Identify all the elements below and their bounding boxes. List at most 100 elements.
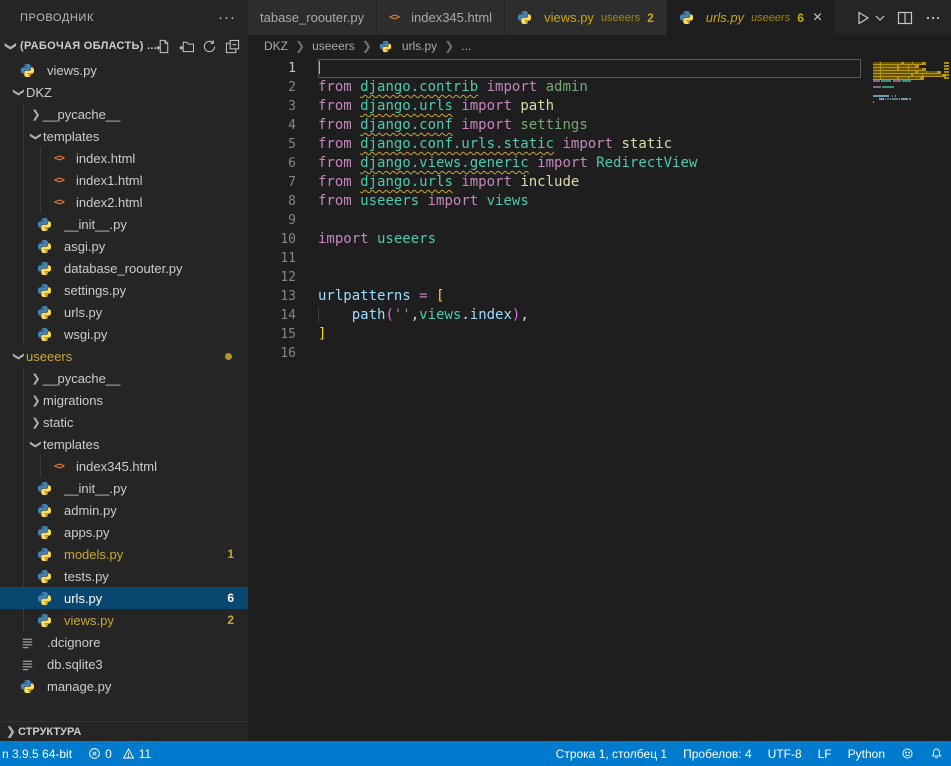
tree-folder-migrations[interactable]: ❯migrations: [0, 389, 248, 411]
tree-folder-templates[interactable]: ❯templates: [0, 125, 248, 147]
code-line-5[interactable]: 5from django.conf.urls.static import sta…: [248, 135, 951, 154]
line-number[interactable]: 12: [248, 268, 296, 287]
tab-label: index345.html: [411, 10, 492, 25]
indent-guide: [40, 191, 41, 213]
code-token: import: [461, 174, 512, 190]
code-line-14[interactable]: 14 path('',views.index),: [248, 306, 951, 325]
breadcrumb-item--[interactable]: ...: [461, 39, 471, 53]
workspace-section-header[interactable]: ❯ (РАБОЧАЯ ОБЛАСТЬ) ...: [0, 35, 248, 57]
code-line-10[interactable]: 10import useeers: [248, 230, 951, 249]
code-line-15[interactable]: 15]: [248, 325, 951, 344]
tree-folder-static[interactable]: ❯static: [0, 411, 248, 433]
split-editor-icon[interactable]: [897, 10, 913, 26]
minimap-token: [901, 98, 908, 100]
line-number[interactable]: 7: [248, 173, 296, 192]
tab-tabase-roouter-py[interactable]: tabase_roouter.py: [248, 0, 377, 35]
tab-index345-html[interactable]: <>index345.html: [377, 0, 505, 35]
status-feedback[interactable]: [893, 741, 922, 766]
code-line-3[interactable]: 3from django.urls import path: [248, 97, 951, 116]
code-line-1[interactable]: 1: [248, 59, 951, 78]
line-number[interactable]: 15: [248, 325, 296, 344]
tree-item-manage-py[interactable]: manage.py: [0, 675, 248, 697]
overview-ruler[interactable]: [941, 57, 951, 741]
line-number[interactable]: 9: [248, 211, 296, 230]
code-line-11[interactable]: 11: [248, 249, 951, 268]
close-icon[interactable]: ×: [813, 10, 822, 26]
tree-item-db-sqlite3[interactable]: db.sqlite3: [0, 653, 248, 675]
refresh-icon[interactable]: [202, 39, 217, 54]
status-problems[interactable]: 011: [80, 741, 159, 766]
tree-folder-templates[interactable]: ❯templates: [0, 433, 248, 455]
run-icon[interactable]: [855, 10, 871, 26]
status-cursor-position[interactable]: Строка 1, столбец 1: [554, 741, 675, 766]
tree-folder-useeers[interactable]: ❯useeers: [0, 345, 248, 367]
line-number[interactable]: 6: [248, 154, 296, 173]
line-number[interactable]: 5: [248, 135, 296, 154]
code-line-6[interactable]: 6from django.views.generic import Redire…: [248, 154, 951, 173]
line-number[interactable]: 14: [248, 306, 296, 325]
new-file-icon[interactable]: [156, 39, 171, 54]
tree-item-index2-html[interactable]: <>index2.html: [0, 191, 248, 213]
more-icon[interactable]: [925, 10, 941, 26]
code-editor[interactable]: 12from django.contrib import admin3from …: [248, 57, 951, 741]
code-token: static: [613, 136, 672, 152]
code-line-13[interactable]: 13urlpatterns = [: [248, 287, 951, 306]
collapse-all-icon[interactable]: [225, 39, 240, 54]
line-number[interactable]: 8: [248, 192, 296, 211]
tree-item-models-py[interactable]: models.py1: [0, 543, 248, 565]
status-indentation[interactable]: Пробелов: 4: [675, 741, 760, 766]
code-line-4[interactable]: 4from django.conf import settings: [248, 116, 951, 135]
line-number[interactable]: 13: [248, 287, 296, 306]
tree-item-settings-py[interactable]: settings.py: [0, 279, 248, 301]
status-interpreter[interactable]: n 3.9.5 64-bit: [0, 741, 80, 766]
line-number[interactable]: 4: [248, 116, 296, 135]
tree-item--init-py[interactable]: __init__.py: [0, 213, 248, 235]
code-line-16[interactable]: 16: [248, 344, 951, 363]
tree-item-wsgi-py[interactable]: wsgi.py: [0, 323, 248, 345]
new-folder-icon[interactable]: [179, 39, 194, 54]
tree-item-index-html[interactable]: <>index.html: [0, 147, 248, 169]
line-number[interactable]: 10: [248, 230, 296, 249]
tree-item-index345-html[interactable]: <>index345.html: [0, 455, 248, 477]
status-notifications[interactable]: [922, 741, 951, 766]
tree-folder-dkz[interactable]: ❯DKZ: [0, 81, 248, 103]
line-number[interactable]: 1: [248, 59, 296, 78]
tab-views-py[interactable]: views.pyuseeers2: [505, 0, 667, 35]
tree-item-views-py[interactable]: views.py: [0, 59, 248, 81]
tree-folder--pycache-[interactable]: ❯__pycache__: [0, 103, 248, 125]
tree-item-views-py[interactable]: views.py2: [0, 609, 248, 631]
breadcrumb-item-useeers[interactable]: useeers: [312, 39, 355, 53]
code-line-2[interactable]: 2from django.contrib import admin: [248, 78, 951, 97]
line-number[interactable]: 3: [248, 97, 296, 116]
explorer-more-actions-icon[interactable]: ···: [218, 13, 236, 23]
tree-folder--pycache-[interactable]: ❯__pycache__: [0, 367, 248, 389]
tree-item--dcignore[interactable]: .dcignore: [0, 631, 248, 653]
line-number[interactable]: 16: [248, 344, 296, 363]
breadcrumb-item-urls-py[interactable]: urls.py: [379, 39, 437, 53]
tree-item-admin-py[interactable]: admin.py: [0, 499, 248, 521]
code-line-7[interactable]: 7from django.urls import include: [248, 173, 951, 192]
tree-item-tests-py[interactable]: tests.py: [0, 565, 248, 587]
code-line-8[interactable]: 8from useeers import views: [248, 192, 951, 211]
tree-item-asgi-py[interactable]: asgi.py: [0, 235, 248, 257]
status-eol[interactable]: LF: [810, 741, 840, 766]
tree-item-urls-py[interactable]: urls.py: [0, 301, 248, 323]
tab-bar: tabase_roouter.py<>index345.htmlviews.py…: [248, 0, 951, 35]
line-number[interactable]: 11: [248, 249, 296, 268]
code-token: views: [478, 193, 529, 209]
line-number[interactable]: 2: [248, 78, 296, 97]
outline-section-header[interactable]: ❯ СТРУКТУРА: [0, 721, 248, 741]
chevron-down-icon[interactable]: [875, 13, 885, 23]
tree-item-index1-html[interactable]: <>index1.html: [0, 169, 248, 191]
minimap[interactable]: [873, 59, 940, 107]
status-encoding[interactable]: UTF-8: [760, 741, 810, 766]
status-language-mode[interactable]: Python: [840, 741, 893, 766]
tree-item-apps-py[interactable]: apps.py: [0, 521, 248, 543]
code-line-12[interactable]: 12: [248, 268, 951, 287]
tree-item-database-roouter-py[interactable]: database_roouter.py: [0, 257, 248, 279]
code-line-9[interactable]: 9: [248, 211, 951, 230]
tab-urls-py[interactable]: urls.pyuseeers6×: [667, 0, 835, 35]
breadcrumb-item-dkz[interactable]: DKZ: [264, 39, 288, 53]
tree-item-urls-py[interactable]: urls.py6: [0, 587, 248, 609]
tree-item--init-py[interactable]: __init__.py: [0, 477, 248, 499]
